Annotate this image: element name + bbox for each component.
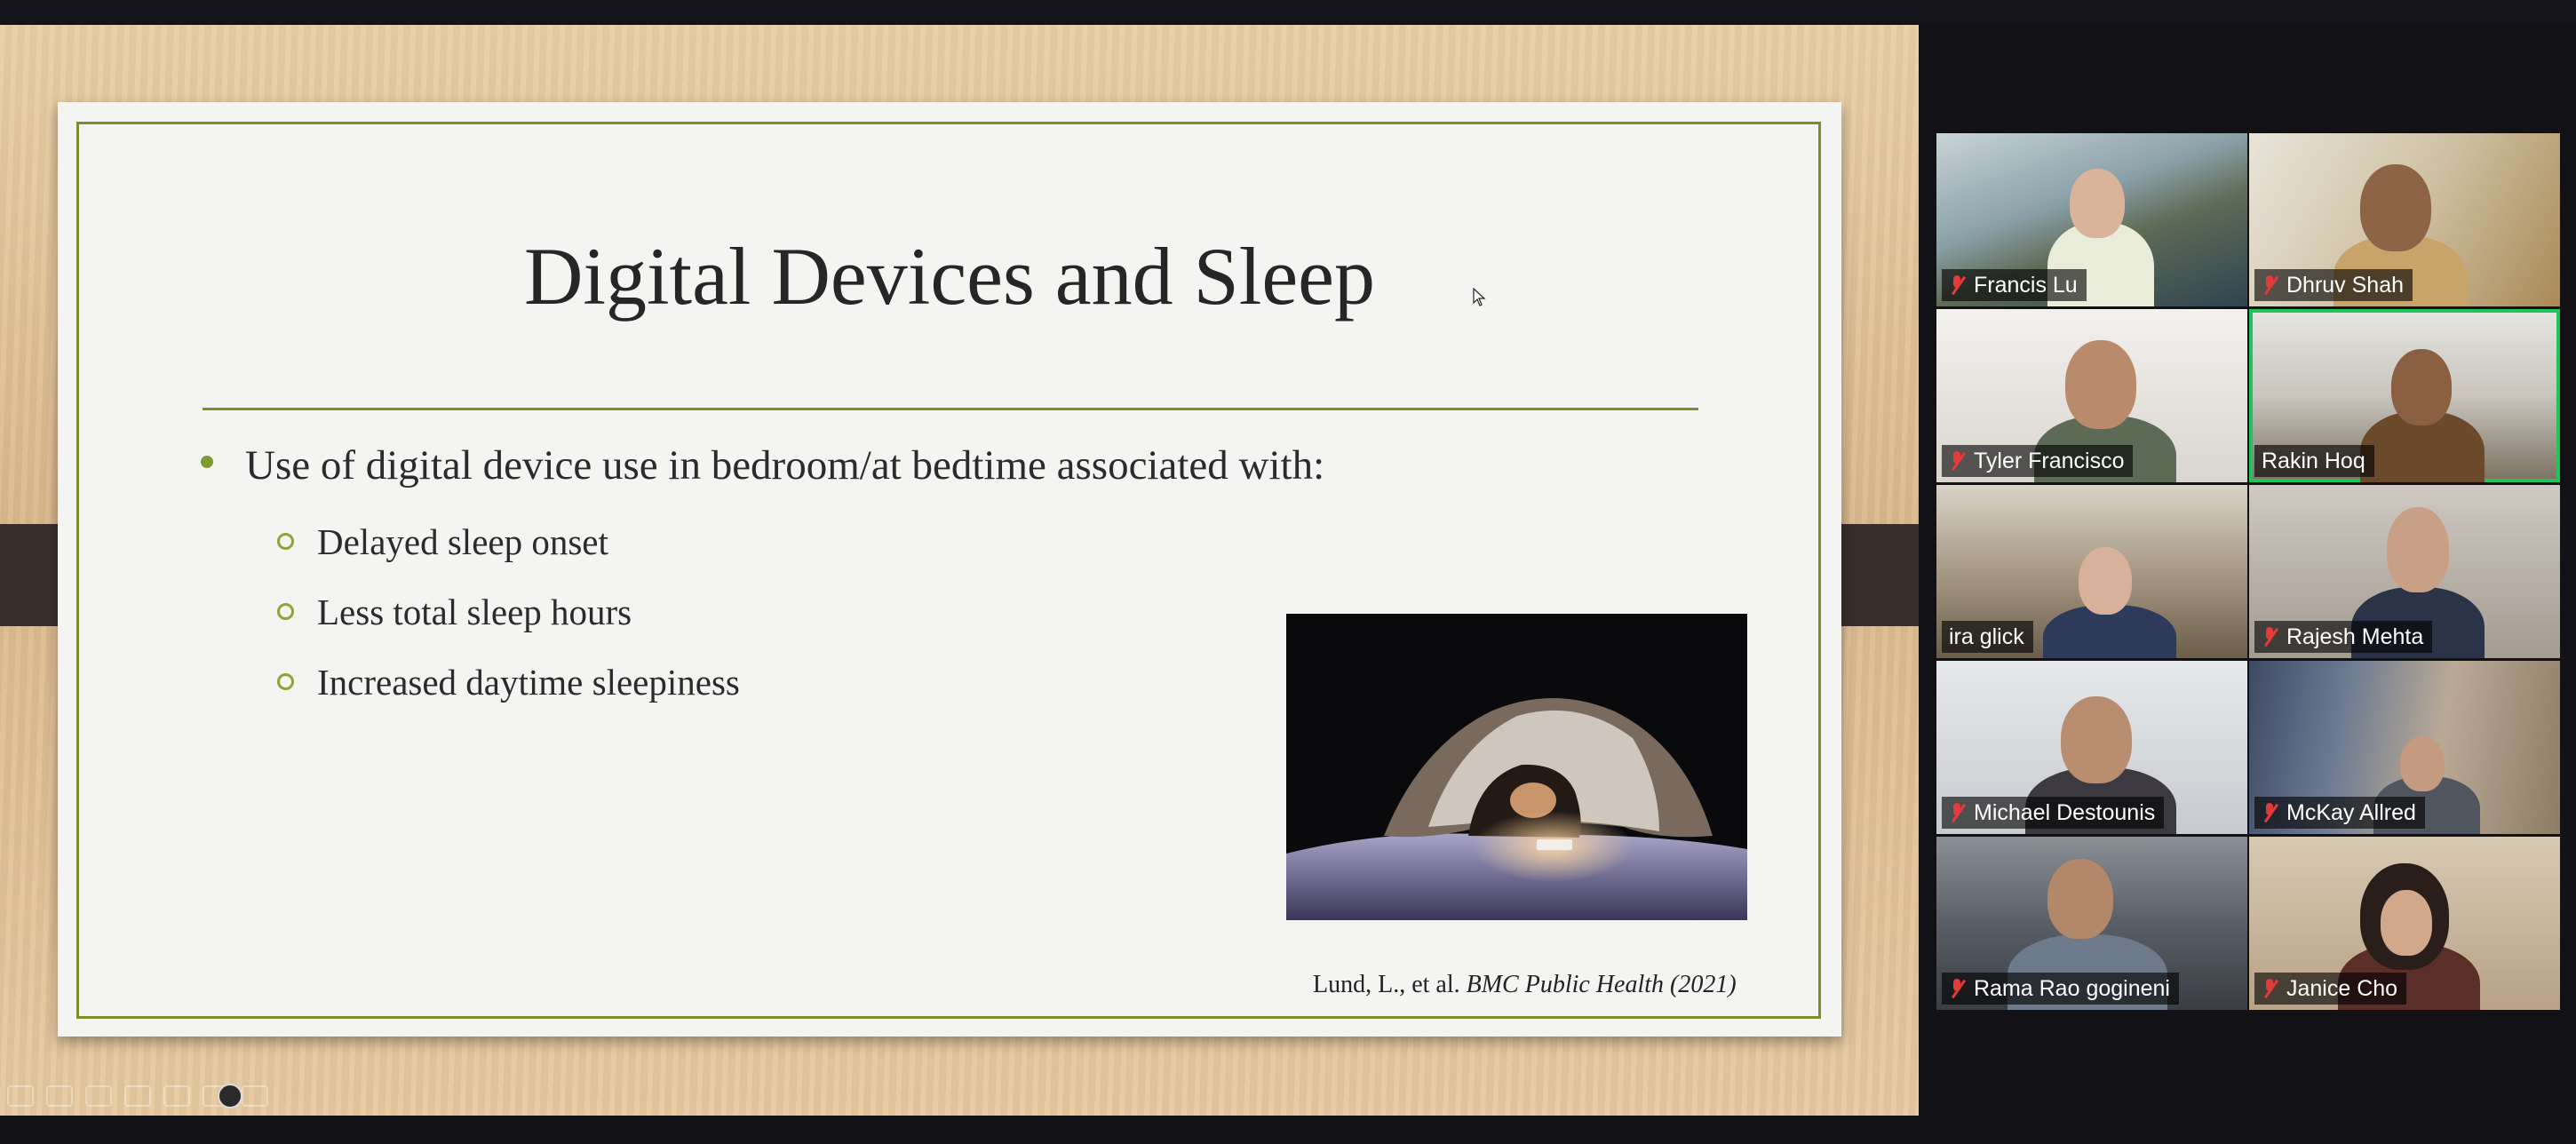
sub-bullet-text: Increased daytime sleepiness [317,662,740,703]
participant-tile[interactable]: Janice Cho [2249,837,2560,1010]
participant-avatar [2387,507,2449,592]
muted-mic-icon [2262,978,2278,999]
participant-tile[interactable]: Rama Rao gogineni [1936,837,2247,1010]
participant-name-label: Janice Cho [2254,973,2407,1005]
participant-avatar [2391,349,2452,425]
participant-tile[interactable]: Dhruv Shah [2249,133,2560,306]
muted-mic-icon [2262,274,2278,296]
muted-mic-icon [1949,802,1965,823]
participant-tile-active[interactable]: Rakin Hoq [2249,309,2560,482]
participant-tile[interactable]: Tyler Francisco [1936,309,2247,482]
participant-avatar [2360,164,2431,251]
participant-name-label: ira glick [1942,621,2033,653]
top-bar [0,0,2576,25]
participant-name-label: Rama Rao gogineni [1942,973,2179,1005]
participant-name: ira glick [1949,624,2024,649]
participant-avatar [2070,169,2125,238]
participant-name-label: Michael Destounis [1942,797,2165,829]
photo-illustration [1286,614,1747,920]
slide-citation: Lund, L., et al. BMC Public Health (2021… [1313,971,1737,999]
citation-authors: Lund, L., et al. [1313,971,1460,998]
bullet-dot-icon [201,456,213,469]
sub-bullet: Less total sleep hours [277,591,632,633]
participant-tile[interactable]: ira glick [1936,485,2247,658]
participant-name-label: Tyler Francisco [1942,445,2134,477]
toolbar-icon[interactable] [85,1085,112,1107]
child-under-blanket-photo [1286,614,1747,920]
circle-bullet-icon [277,603,294,621]
sub-bullet: Delayed sleep onset [277,520,608,563]
muted-mic-icon [1949,274,1965,296]
participant-avatar [2061,696,2132,783]
participant-name-label: McKay Allred [2254,797,2425,829]
participant-name: Rakin Hoq [2262,449,2365,473]
toolbar-icon[interactable] [124,1085,151,1107]
circle-bullet-icon [277,533,294,551]
participant-name: Rajesh Mehta [2286,624,2424,649]
participant-tile[interactable]: Michael Destounis [1936,661,2247,834]
participant-name: McKay Allred [2286,800,2416,825]
participant-name: Michael Destounis [1974,800,2156,825]
mouse-cursor-icon [1473,288,1486,306]
participant-name: Rama Rao gogineni [1974,976,2170,1001]
toolbar-icon[interactable] [163,1085,190,1107]
sub-bullet-text: Delayed sleep onset [317,521,608,562]
participant-gallery: Francis Lu Dhruv Shah Tyler Francisco Ra… [1936,133,2561,1013]
circle-bullet-icon [277,673,294,691]
participant-name-label: Rajesh Mehta [2254,621,2433,653]
participant-avatar [2381,890,2432,956]
participant-name: Tyler Francisco [1974,449,2125,473]
title-divider [203,408,1698,410]
participant-tile[interactable]: Francis Lu [1936,133,2247,306]
muted-mic-icon [1949,450,1965,472]
participant-name: Dhruv Shah [2286,273,2405,298]
participant-avatar [2079,547,2132,615]
participant-name-label: Francis Lu [1942,269,2087,301]
muted-mic-icon [2262,626,2278,647]
main-bullet: Use of digital device use in bedroom/at … [201,441,1324,489]
participant-avatar [2400,736,2445,791]
citation-journal: BMC Public Health (2021) [1466,971,1737,998]
main-bullet-text: Use of digital device use in bedroom/at … [245,442,1325,489]
toolbar-icon[interactable] [46,1085,73,1107]
muted-mic-icon [1949,978,1965,999]
toolbar-icon[interactable] [7,1085,34,1107]
participant-name-label: Rakin Hoq [2254,445,2374,477]
participant-name-label: Dhruv Shah [2254,269,2413,301]
participant-name: Francis Lu [1974,273,2078,298]
participant-avatar [2047,859,2113,939]
sub-bullet-text: Less total sleep hours [317,592,632,632]
participant-tile[interactable]: McKay Allred [2249,661,2560,834]
participant-name: Janice Cho [2286,976,2398,1001]
camera-icon[interactable] [218,1084,242,1108]
sub-bullet: Increased daytime sleepiness [277,661,740,703]
participant-tile[interactable]: Rajesh Mehta [2249,485,2560,658]
toolbar-icon[interactable] [242,1085,268,1107]
slide-title: Digital Devices and Sleep [523,231,1376,322]
muted-mic-icon [2262,802,2278,823]
participant-avatar [2065,340,2136,429]
